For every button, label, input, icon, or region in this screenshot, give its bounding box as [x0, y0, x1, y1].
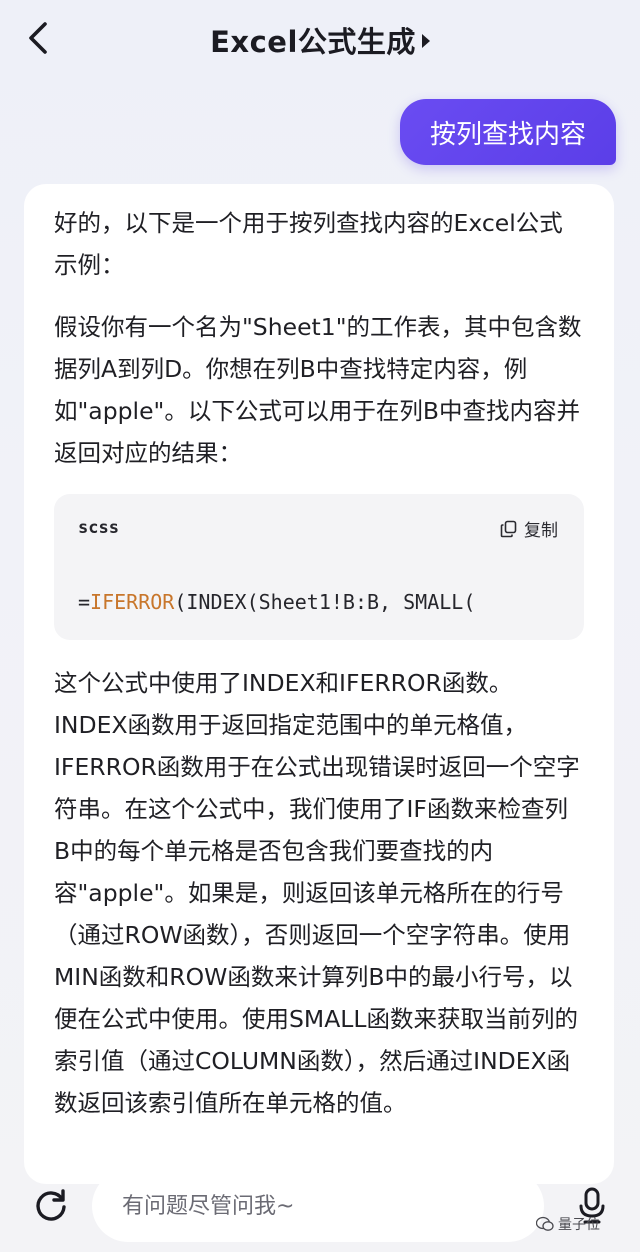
code-line: =IFERROR(INDEX(Sheet1!B:B, SMALL( [78, 590, 475, 614]
reply-paragraph-intro: 好的，以下是一个用于按列查找内容的Excel公式示例： [54, 209, 563, 279]
message-input[interactable] [122, 1193, 544, 1219]
watermark: 量子位 [536, 1214, 600, 1234]
code-prefix: = [78, 590, 91, 614]
header: Excel公式生成 [0, 0, 640, 80]
copy-button[interactable]: 复制 [500, 516, 558, 541]
copy-icon [500, 520, 517, 537]
copy-button-label: 复制 [524, 521, 558, 541]
chevron-left-icon [29, 22, 47, 54]
page-title: Excel公式生成 [210, 25, 416, 59]
refresh-icon [36, 1189, 66, 1221]
reply-paragraph-context: 假设你有一个名为"Sheet1"的工作表，其中包含数据列A到列D。你想在列B中查… [54, 313, 582, 467]
code-rest: (INDEX(Sheet1!B:B, SMALL( [174, 590, 476, 614]
bottom-input-bar [0, 1160, 640, 1252]
back-button[interactable] [18, 18, 58, 58]
user-message-bubble: 按列查找内容 [399, 99, 616, 165]
code-keyword: IFERROR [90, 590, 175, 614]
reply-paragraph-explanation: 这个公式中使用了INDEX和IFERROR函数。INDEX函数用于返回指定范围中… [54, 669, 580, 1117]
assistant-reply-card: 好的，以下是一个用于按列查找内容的Excel公式示例： 假设你有一个名为"She… [24, 184, 614, 1184]
code-block: scss 复制 =IFERROR(INDEX(Sheet1!B:B, SMALL… [54, 494, 584, 640]
refresh-button[interactable] [28, 1182, 74, 1228]
wechat-logo-icon [536, 1216, 554, 1231]
caret-right-icon [421, 34, 430, 48]
message-input-container[interactable] [92, 1170, 544, 1242]
code-language-label: scss [78, 518, 119, 538]
title-dropdown[interactable]: Excel公式生成 [210, 19, 430, 61]
user-message-text: 按列查找内容 [429, 119, 586, 150]
watermark-text: 量子位 [558, 1217, 600, 1233]
